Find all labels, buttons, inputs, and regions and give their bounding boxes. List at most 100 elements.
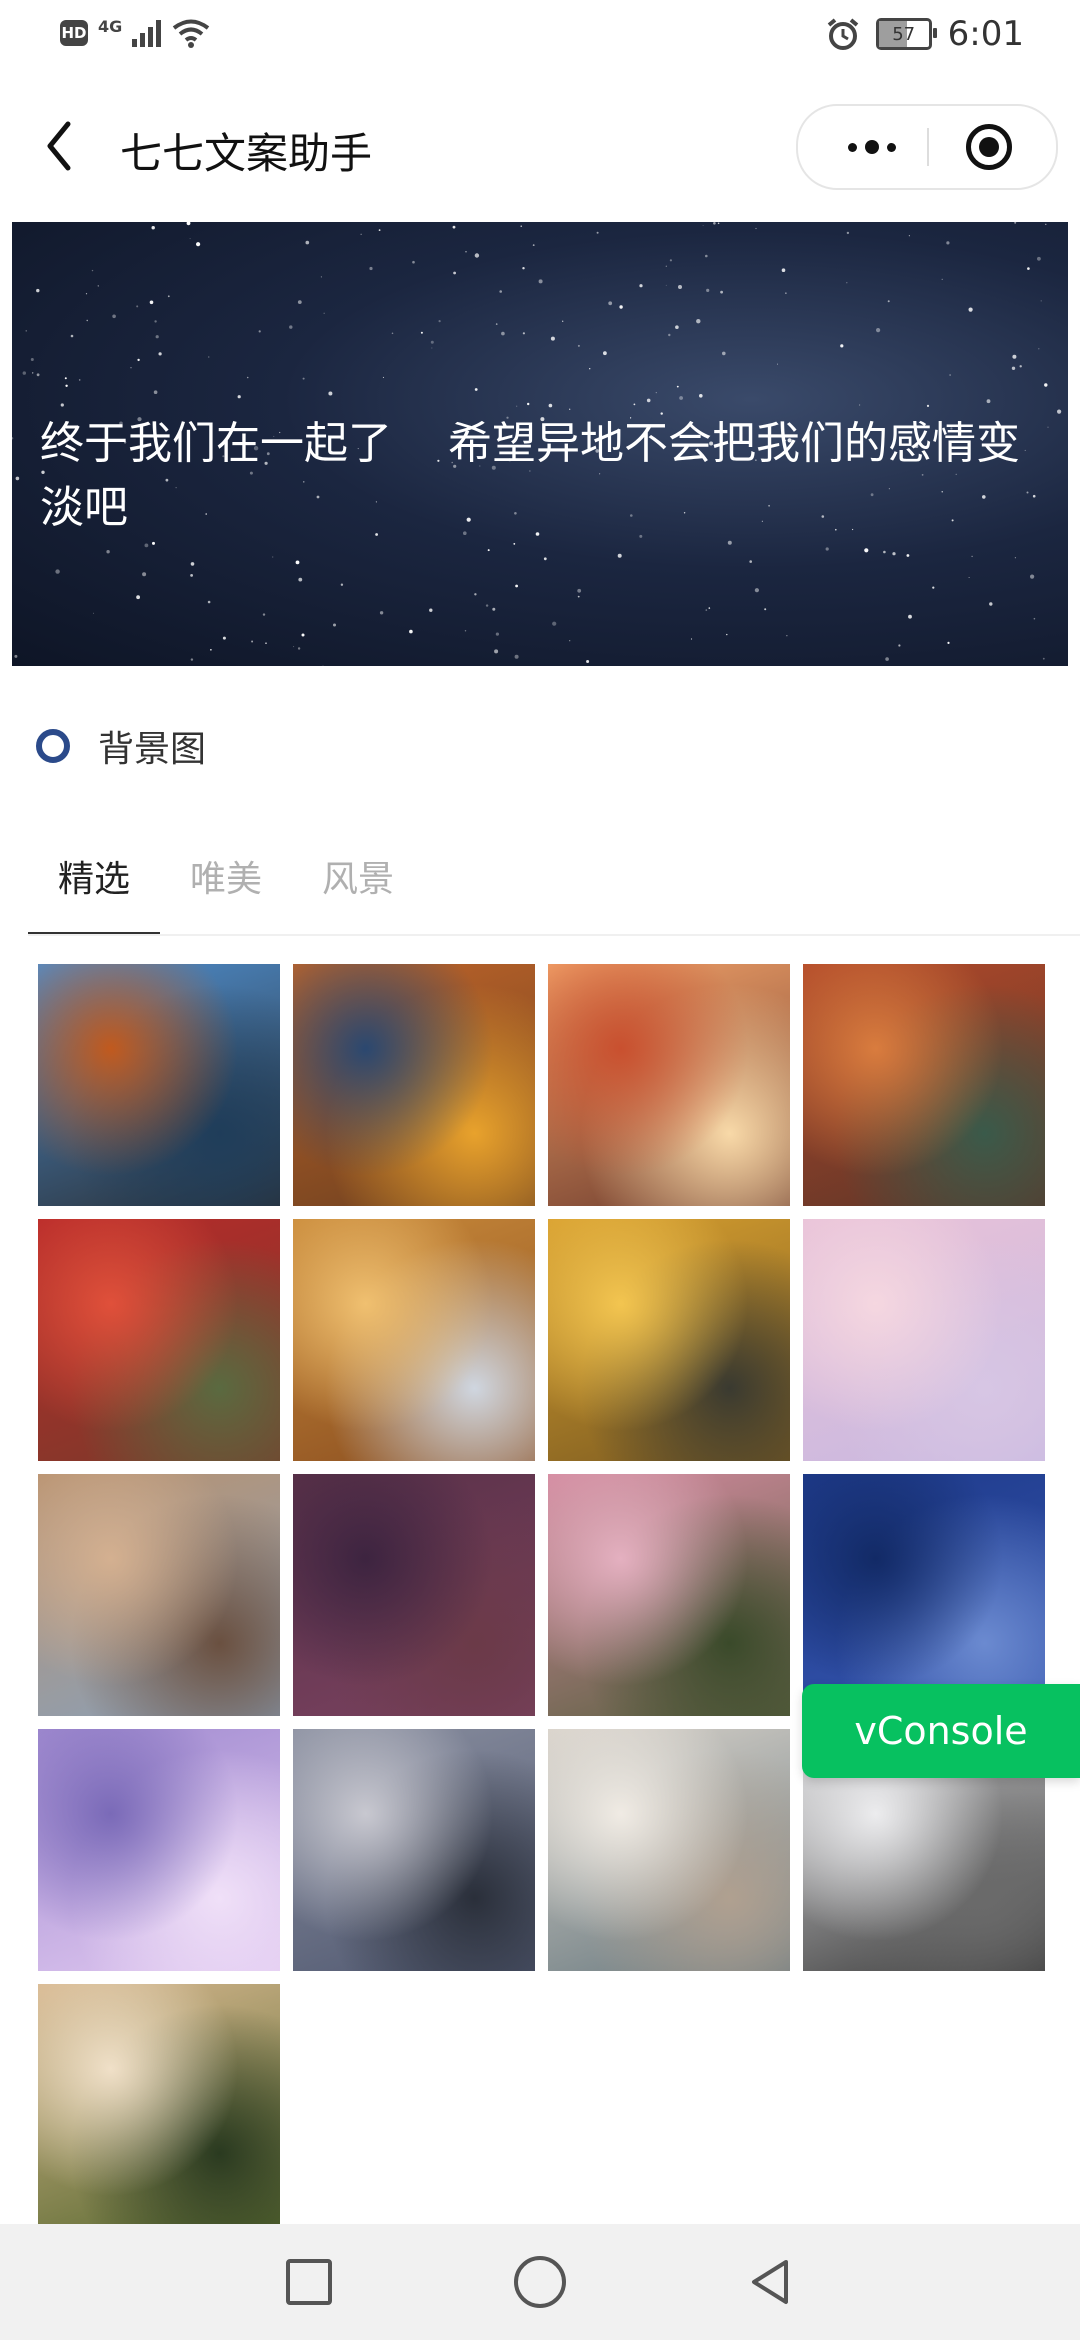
star xyxy=(702,225,704,226)
background-thumbnail[interactable] xyxy=(548,1474,790,1716)
background-thumbnail[interactable] xyxy=(548,1729,790,1971)
star xyxy=(295,560,300,565)
star xyxy=(516,405,518,407)
star xyxy=(552,621,557,626)
background-thumbnail[interactable] xyxy=(548,964,790,1206)
square-icon[interactable] xyxy=(286,2259,332,2305)
battery-level: 57 xyxy=(892,23,916,45)
star xyxy=(898,644,901,647)
background-thumbnail[interactable] xyxy=(38,1729,280,1971)
star xyxy=(608,301,613,306)
star xyxy=(749,560,752,563)
battery-icon: 57 xyxy=(875,18,937,50)
vconsole-button[interactable]: vConsole xyxy=(802,1684,1080,1778)
star xyxy=(717,222,720,225)
background-thumbnail[interactable] xyxy=(38,1219,280,1461)
star xyxy=(438,320,441,323)
star xyxy=(136,595,140,600)
background-thumbnail[interactable] xyxy=(293,964,535,1206)
star xyxy=(301,633,305,637)
category-tabs: 精选 唯美 风景 xyxy=(28,840,424,936)
star xyxy=(885,657,889,661)
triangle-back-icon[interactable] xyxy=(744,2256,796,2308)
background-option[interactable]: 背景图 xyxy=(36,720,206,772)
background-thumbnail[interactable] xyxy=(803,964,1045,1206)
star xyxy=(452,225,456,229)
star xyxy=(265,642,267,644)
star xyxy=(781,268,786,272)
star xyxy=(946,241,950,245)
circle-icon[interactable] xyxy=(514,2256,566,2308)
star xyxy=(430,340,434,344)
tab-aesthetic[interactable]: 唯美 xyxy=(160,840,292,936)
star xyxy=(144,543,149,548)
more-dots-icon[interactable] xyxy=(832,126,912,168)
star xyxy=(485,604,489,607)
star xyxy=(64,377,67,380)
star xyxy=(190,562,195,566)
star xyxy=(596,231,599,234)
star xyxy=(36,288,40,293)
star xyxy=(222,636,226,640)
star xyxy=(577,588,582,593)
background-thumbnail[interactable] xyxy=(38,1984,280,2226)
star xyxy=(360,233,362,235)
star xyxy=(603,351,607,356)
star xyxy=(577,344,580,347)
radio-icon[interactable] xyxy=(36,729,70,763)
star xyxy=(908,614,912,619)
star xyxy=(550,336,555,341)
background-thumbnail[interactable] xyxy=(38,1474,280,1716)
background-thumbnail[interactable] xyxy=(293,1474,535,1716)
tab-featured[interactable]: 精选 xyxy=(28,840,160,936)
star xyxy=(293,646,295,648)
background-option-label: 背景图 xyxy=(98,729,207,770)
status-bar: HD 4G 57 6:01 xyxy=(0,0,1080,80)
target-close-icon[interactable] xyxy=(966,124,1012,170)
star xyxy=(1030,574,1035,579)
star xyxy=(968,307,973,312)
star xyxy=(142,572,147,577)
star xyxy=(713,222,716,225)
star xyxy=(906,554,910,557)
star xyxy=(864,548,869,553)
star xyxy=(846,231,850,235)
star xyxy=(617,553,622,558)
background-thumbnail[interactable] xyxy=(293,1219,535,1461)
chevron-left-icon[interactable] xyxy=(36,116,86,176)
star xyxy=(210,649,212,651)
star xyxy=(527,402,530,406)
star xyxy=(492,607,496,611)
star xyxy=(409,629,413,634)
star xyxy=(706,288,710,292)
star xyxy=(499,290,503,293)
star xyxy=(302,377,305,380)
star xyxy=(474,593,477,596)
star xyxy=(679,396,683,400)
star xyxy=(328,391,333,396)
star xyxy=(986,399,991,404)
network-type: 4G xyxy=(98,16,123,36)
star xyxy=(494,649,499,654)
star xyxy=(382,376,384,378)
star xyxy=(262,613,266,616)
nav-bar: 七七文案助手 xyxy=(0,80,1080,210)
star xyxy=(690,638,693,640)
background-thumbnail[interactable] xyxy=(803,1219,1045,1461)
background-thumbnail[interactable] xyxy=(38,964,280,1206)
star xyxy=(569,640,571,642)
star xyxy=(70,334,74,338)
star xyxy=(86,319,88,322)
background-thumbnail[interactable] xyxy=(803,1474,1045,1716)
star xyxy=(154,320,157,323)
background-thumbnail[interactable] xyxy=(548,1219,790,1461)
star xyxy=(487,549,490,552)
star xyxy=(825,547,829,551)
star xyxy=(1037,256,1041,261)
star xyxy=(106,550,110,554)
star xyxy=(846,282,848,284)
star xyxy=(137,358,140,362)
background-thumbnail[interactable] xyxy=(293,1729,535,1971)
tab-scenery[interactable]: 风景 xyxy=(292,840,424,936)
star xyxy=(474,253,480,258)
